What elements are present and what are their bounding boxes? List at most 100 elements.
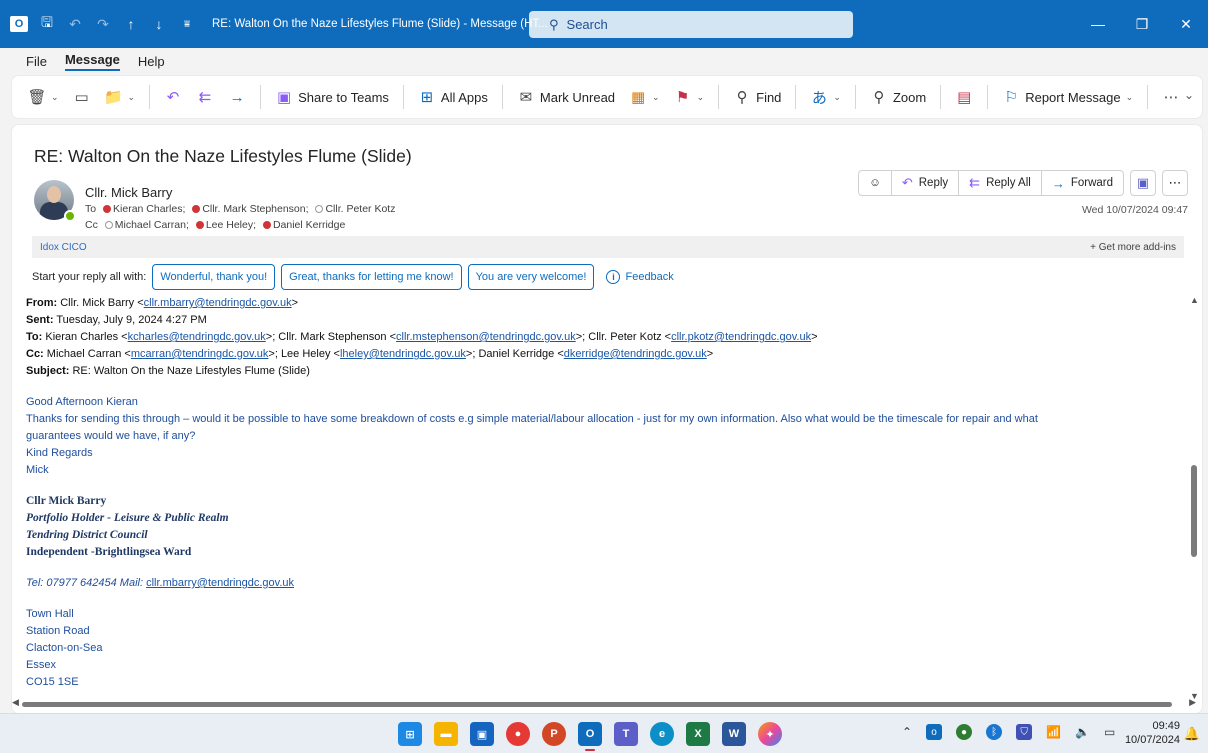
suggested-reply-button[interactable]: Great, thanks for letting me know! bbox=[281, 264, 462, 290]
scroll-thumb[interactable] bbox=[1191, 465, 1197, 557]
zoom-button[interactable]: ⚲ Zoom bbox=[866, 82, 930, 112]
minimize-icon[interactable]: — bbox=[1076, 0, 1120, 48]
close-icon[interactable]: ✕ bbox=[1164, 0, 1208, 48]
start-icon[interactable]: ⊞ bbox=[398, 722, 422, 746]
redo-icon[interactable]: ↷ bbox=[94, 15, 112, 33]
forward-button[interactable]: → Forward bbox=[1042, 171, 1123, 195]
find-button[interactable]: ⚲ Find bbox=[729, 82, 785, 112]
recipient[interactable]: Kieran Charles; bbox=[113, 203, 185, 215]
search-box[interactable]: ⚲ Search bbox=[529, 11, 853, 38]
sender-name[interactable]: Cllr. Mick Barry bbox=[85, 185, 172, 200]
flag-button[interactable]: ⚑ ⌄ bbox=[670, 82, 709, 112]
report-message-button[interactable]: ⚐ Report Message ⌄ bbox=[998, 82, 1137, 112]
horizontal-scrollbar[interactable]: ◀ ▶ bbox=[12, 697, 1196, 711]
addin-idox-cico[interactable]: Idox CICO bbox=[40, 242, 87, 253]
share-to-teams-button[interactable]: ▣ Share to Teams bbox=[271, 82, 393, 112]
security-icon[interactable]: ⛉ bbox=[1016, 724, 1033, 740]
address-line: Essex bbox=[26, 659, 56, 671]
recipient[interactable]: Michael Carran; bbox=[115, 219, 189, 231]
email-link[interactable]: cllr.mbarry@tendringdc.gov.uk bbox=[144, 297, 292, 309]
reply-button[interactable]: ↶ Reply bbox=[892, 171, 960, 195]
forward-button[interactable]: → bbox=[224, 82, 250, 112]
customize-toolbar-icon[interactable]: ⩸ bbox=[178, 15, 196, 33]
recipient[interactable]: Daniel Kerridge bbox=[273, 219, 345, 231]
mark-unread-label: Mark Unread bbox=[539, 89, 616, 105]
teams-share-button[interactable]: ▣ bbox=[1130, 170, 1156, 196]
info-icon: i bbox=[606, 270, 621, 284]
excel-icon[interactable]: X bbox=[686, 722, 710, 746]
email-link[interactable]: mcarran@tendringdc.gov.uk bbox=[131, 348, 269, 360]
suggested-reply-button[interactable]: You are very welcome! bbox=[467, 264, 595, 290]
chrome-icon[interactable]: ● bbox=[506, 722, 530, 746]
cc-line: Cc Michael Carran; Lee Heley; Daniel Ker… bbox=[85, 219, 345, 231]
recipient[interactable]: Cllr. Mark Stephenson; bbox=[202, 203, 308, 215]
menu-help[interactable]: Help bbox=[138, 54, 165, 69]
bluetooth-icon[interactable]: ᛒ bbox=[986, 724, 1003, 740]
message-actions: ☺ ↶ Reply ⇇ Reply All → Forward ▣ ⋯ bbox=[858, 170, 1188, 196]
teams-icon[interactable]: T bbox=[614, 722, 638, 746]
get-more-addins-label: Get more add-ins bbox=[1098, 241, 1176, 253]
teams-icon: ▣ bbox=[277, 89, 292, 106]
notification-icon[interactable]: 🔔 bbox=[1184, 726, 1200, 742]
file-explorer-icon[interactable]: ▬ bbox=[434, 722, 458, 746]
outlook-icon[interactable]: O bbox=[578, 722, 602, 751]
mark-unread-button[interactable]: ✉ Mark Unread bbox=[513, 82, 619, 112]
quoted-subject: Subject: RE: Walton On the Naze Lifestyl… bbox=[26, 365, 310, 377]
email-link[interactable]: cllr.pkotz@tendringdc.gov.uk bbox=[671, 331, 811, 343]
delete-button[interactable]: 🗑 ⌄ bbox=[24, 82, 63, 112]
get-more-addins[interactable]: + Get more add-ins bbox=[1090, 242, 1176, 253]
copilot-icon[interactable]: ✦ bbox=[758, 722, 782, 746]
feedback-button[interactable]: i Feedback bbox=[606, 270, 674, 284]
more-icon: ⋯ bbox=[1163, 89, 1179, 106]
email-link[interactable]: dkerridge@tendringdc.gov.uk bbox=[564, 348, 707, 360]
expand-ribbon-icon[interactable]: ⌄ bbox=[1184, 88, 1194, 102]
wifi-icon[interactable]: 📶 bbox=[1046, 725, 1061, 739]
outlook-tray-icon[interactable]: o bbox=[926, 724, 943, 740]
save-icon[interactable]: 🖫 bbox=[38, 14, 56, 33]
reply-button[interactable]: ↶ bbox=[160, 82, 186, 112]
volume-icon[interactable]: 🔈 bbox=[1075, 725, 1090, 739]
recipient[interactable]: Cllr. Peter Kotz bbox=[325, 203, 395, 215]
undo-icon[interactable]: ↶ bbox=[66, 15, 84, 33]
scroll-up-icon[interactable]: ▲ bbox=[1190, 295, 1199, 305]
next-item-icon[interactable]: ↓ bbox=[150, 15, 168, 33]
menu-file[interactable]: File bbox=[26, 54, 47, 69]
tray-app-icon[interactable]: ● bbox=[956, 724, 973, 740]
battery-icon[interactable]: ▭ bbox=[1104, 725, 1115, 739]
emoji-reaction-button[interactable]: ☺ bbox=[859, 171, 892, 195]
archive-button[interactable]: ▭ bbox=[69, 82, 95, 112]
clock[interactable]: 09:49 10/07/2024 bbox=[1125, 719, 1180, 747]
status-busy-icon bbox=[262, 221, 271, 229]
scroll-thumb[interactable] bbox=[22, 702, 1172, 707]
plus-icon: + bbox=[1090, 241, 1099, 253]
reply-all-button[interactable]: ⇇ Reply All bbox=[959, 171, 1042, 195]
all-apps-button[interactable]: ⊞ All Apps bbox=[414, 82, 492, 112]
email-link[interactable]: cllr.mstephenson@tendringdc.gov.uk bbox=[396, 331, 576, 343]
translate-button[interactable]: あ ⌄ bbox=[806, 82, 845, 112]
menu-message[interactable]: Message bbox=[64, 52, 120, 71]
previous-item-icon[interactable]: ↑ bbox=[122, 15, 140, 33]
email-link[interactable]: cllr.mbarry@tendringdc.gov.uk bbox=[146, 577, 294, 589]
email-link[interactable]: lheley@tendringdc.gov.uk bbox=[340, 348, 466, 360]
move-button[interactable]: 📁 ⌄ bbox=[101, 82, 140, 112]
suggested-reply-button[interactable]: Wonderful, thank you! bbox=[152, 264, 276, 290]
edge-icon[interactable]: e bbox=[650, 722, 674, 746]
word-icon[interactable]: W bbox=[722, 722, 746, 746]
scroll-left-icon[interactable]: ◀ bbox=[12, 697, 19, 708]
menu-bar: File Message Help bbox=[0, 48, 1208, 74]
chevron-up-icon[interactable]: ⌃ bbox=[902, 725, 912, 739]
powerpoint-icon[interactable]: P bbox=[542, 722, 566, 746]
categorize-button[interactable]: ▦ ⌄ bbox=[625, 82, 664, 112]
window-title: RE: Walton On the Naze Lifestyles Flume … bbox=[212, 18, 548, 30]
more-actions-button[interactable]: ⋯ bbox=[1162, 170, 1188, 196]
scroll-right-icon[interactable]: ▶ bbox=[1189, 697, 1196, 708]
reply-all-button[interactable]: ⇇ bbox=[192, 82, 218, 112]
cc-label: Cc bbox=[85, 219, 98, 231]
calendar-button[interactable]: ▤ bbox=[951, 82, 977, 112]
email-link[interactable]: kcharles@tendringdc.gov.uk bbox=[128, 331, 266, 343]
restore-icon[interactable]: ❐ bbox=[1120, 0, 1164, 48]
store-icon[interactable]: ▣ bbox=[470, 722, 494, 746]
vertical-scrollbar[interactable]: ▲ ▼ bbox=[1186, 291, 1202, 701]
recipient[interactable]: Lee Heley; bbox=[206, 219, 256, 231]
more-options-button[interactable]: ⋯ bbox=[1158, 82, 1184, 112]
